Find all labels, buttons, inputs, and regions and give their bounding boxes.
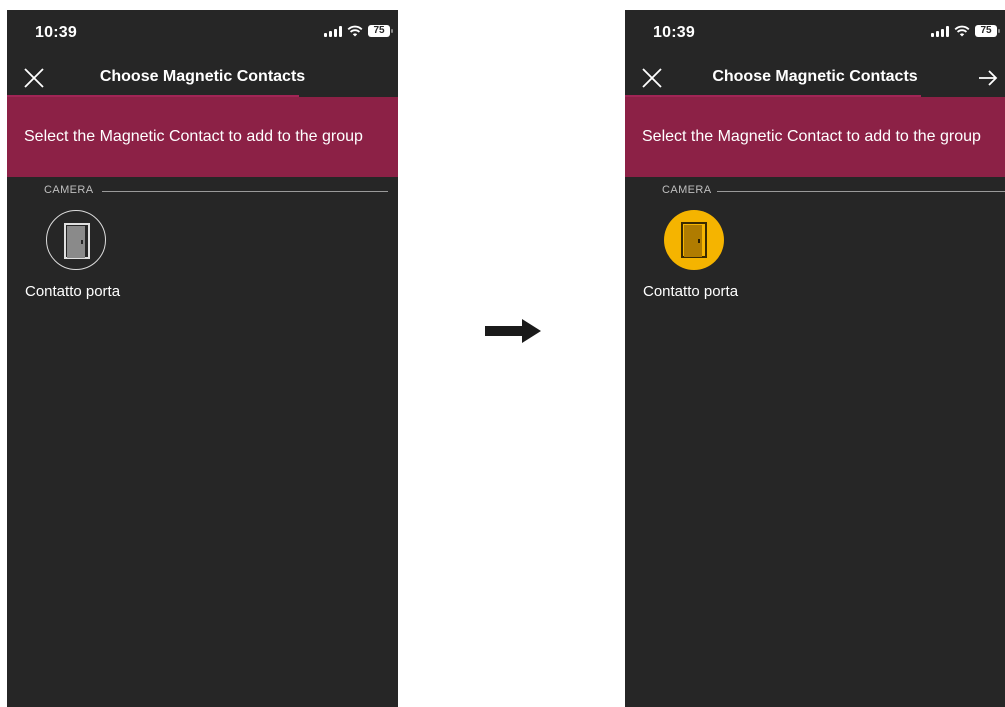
section-header: CAMERA bbox=[625, 184, 1005, 198]
status-bar: 10:39 75 bbox=[7, 10, 398, 54]
page-title: Choose Magnetic Contacts bbox=[712, 68, 918, 85]
instruction-banner: Select the Magnetic Contact to add to th… bbox=[625, 97, 1005, 177]
battery-icon: 75 bbox=[368, 25, 393, 37]
page-title: Choose Magnetic Contacts bbox=[99, 68, 306, 85]
device-label: Contatto porta bbox=[643, 283, 739, 300]
wifi-icon bbox=[954, 25, 970, 37]
section-header: CAMERA bbox=[7, 184, 398, 198]
screen-after: 10:39 75 Choose Magnetic Contacts Select… bbox=[625, 10, 1005, 707]
nav-bar: Choose Magnetic Contacts bbox=[7, 60, 398, 98]
wifi-icon bbox=[347, 25, 363, 37]
battery-icon: 75 bbox=[975, 25, 1000, 37]
device-icon-circle bbox=[46, 210, 106, 270]
status-icons: 75 bbox=[931, 25, 1000, 37]
status-icons: 75 bbox=[324, 25, 393, 37]
door-icon bbox=[64, 223, 90, 259]
nav-bar: Choose Magnetic Contacts bbox=[625, 60, 1005, 98]
section-label: CAMERA bbox=[662, 184, 712, 196]
banner-text: Select the Magnetic Contact to add to th… bbox=[642, 128, 981, 145]
section-label: CAMERA bbox=[44, 184, 94, 196]
screen-before: 10:39 75 Choose Magnetic Contacts Select… bbox=[7, 10, 398, 707]
signal-icon bbox=[324, 25, 342, 37]
device-icon-circle bbox=[664, 210, 724, 270]
arrow-right-icon bbox=[485, 319, 541, 343]
banner-text: Select the Magnetic Contact to add to th… bbox=[24, 128, 363, 145]
device-item-door-contact[interactable]: Contatto porta bbox=[17, 200, 147, 300]
arrow-right-icon[interactable] bbox=[977, 68, 999, 88]
device-item-door-contact-selected[interactable]: Contatto porta bbox=[635, 200, 765, 300]
status-time: 10:39 bbox=[35, 24, 77, 41]
status-time: 10:39 bbox=[653, 24, 695, 41]
instruction-banner: Select the Magnetic Contact to add to th… bbox=[7, 97, 398, 177]
status-bar: 10:39 75 bbox=[625, 10, 1005, 54]
section-divider bbox=[102, 191, 388, 192]
section-divider bbox=[717, 191, 1005, 192]
signal-icon bbox=[931, 25, 949, 37]
device-label: Contatto porta bbox=[25, 283, 121, 300]
door-icon bbox=[681, 222, 707, 258]
